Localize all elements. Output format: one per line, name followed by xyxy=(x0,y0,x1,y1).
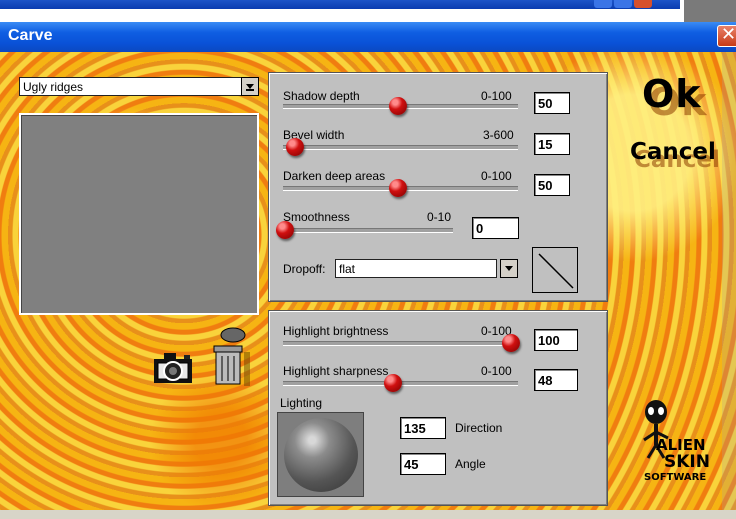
background-minimize-button xyxy=(594,0,612,8)
angle-label: Angle xyxy=(455,457,486,471)
window-titlebar[interactable]: Carve ✕ xyxy=(0,22,736,52)
shadow-depth-range: 0-100 xyxy=(481,89,512,103)
dropoff-label: Dropoff: xyxy=(283,262,326,276)
ok-button[interactable]: Ok Ok xyxy=(640,70,720,124)
bevel-width-slider-knob[interactable] xyxy=(286,138,304,156)
lighting-label: Lighting xyxy=(280,396,323,410)
bevel-width-slider-track[interactable] xyxy=(283,145,518,150)
background-window-titlebar xyxy=(0,0,680,9)
angle-value[interactable]: 45 xyxy=(400,453,446,475)
cancel-button-label: Cancel xyxy=(630,139,716,165)
dropoff-curve-icon xyxy=(532,247,578,293)
highlight-brightness-slider-knob[interactable] xyxy=(502,334,520,352)
chevron-down-icon xyxy=(505,266,513,271)
shadow-depth-slider-knob[interactable] xyxy=(389,97,407,115)
smoothness-label: Smoothness xyxy=(283,210,350,224)
logo-line2: SKIN xyxy=(664,452,710,472)
trash-can-icon[interactable] xyxy=(206,326,250,388)
background-close-button xyxy=(634,0,652,8)
direction-label: Direction xyxy=(455,421,503,435)
bevel-width-range: 3-600 xyxy=(483,128,514,142)
logo-line3: SOFTWARE xyxy=(644,472,707,483)
dropdown-underline xyxy=(246,89,254,91)
alien-skin-logo: ALIEN SKIN SOFTWARE xyxy=(628,400,728,500)
lighting-sphere[interactable] xyxy=(284,418,358,492)
ok-button-label: Ok xyxy=(642,72,702,116)
direction-value[interactable]: 135 xyxy=(400,417,446,439)
smoothness-slider-knob[interactable] xyxy=(276,221,294,239)
darken-deep-areas-value[interactable]: 50 xyxy=(534,174,570,196)
smoothness-range: 0-10 xyxy=(427,210,452,224)
preset-dropdown-button[interactable] xyxy=(241,77,259,96)
highlight-sharpness-label: Highlight sharpness xyxy=(283,364,389,378)
darken-deep-areas-range: 0-100 xyxy=(481,169,512,183)
background-window-strip xyxy=(0,0,736,22)
preset-value: Ugly ridges xyxy=(23,80,84,94)
camera-icon[interactable] xyxy=(150,345,198,387)
preview-pane[interactable] xyxy=(19,113,259,315)
highlight-brightness-value[interactable]: 100 xyxy=(534,329,578,351)
window-title: Carve xyxy=(8,27,53,44)
shadow-depth-value[interactable]: 50 xyxy=(534,92,570,114)
smoothness-slider-track[interactable] xyxy=(283,228,453,233)
highlight-brightness-slider-track[interactable] xyxy=(283,341,518,346)
lighting-preview[interactable] xyxy=(277,412,364,497)
dropoff-value: flat xyxy=(339,262,356,276)
background-maximize-button xyxy=(614,0,632,8)
highlight-sharpness-slider-knob[interactable] xyxy=(384,374,402,392)
bevel-width-value[interactable]: 15 xyxy=(534,133,570,155)
highlight-sharpness-range: 0-100 xyxy=(481,364,512,378)
dropoff-dropdown-button[interactable] xyxy=(500,259,518,278)
dropoff-select[interactable]: flat xyxy=(335,259,497,278)
shadow-depth-label: Shadow depth xyxy=(283,89,360,103)
preset-select[interactable]: Ugly ridges xyxy=(19,77,259,96)
smoothness-value[interactable]: 0 xyxy=(472,217,519,239)
background-window-edge xyxy=(684,0,736,22)
bottom-strip xyxy=(0,510,736,519)
cancel-button[interactable]: Cancel Cancel xyxy=(628,137,728,177)
highlight-brightness-label: Highlight brightness xyxy=(283,324,389,338)
darken-deep-areas-slider-knob[interactable] xyxy=(389,179,407,197)
close-button[interactable]: ✕ xyxy=(717,24,736,47)
close-icon: ✕ xyxy=(721,24,736,45)
highlight-sharpness-value[interactable]: 48 xyxy=(534,369,578,391)
darken-deep-areas-label: Darken deep areas xyxy=(283,169,386,183)
